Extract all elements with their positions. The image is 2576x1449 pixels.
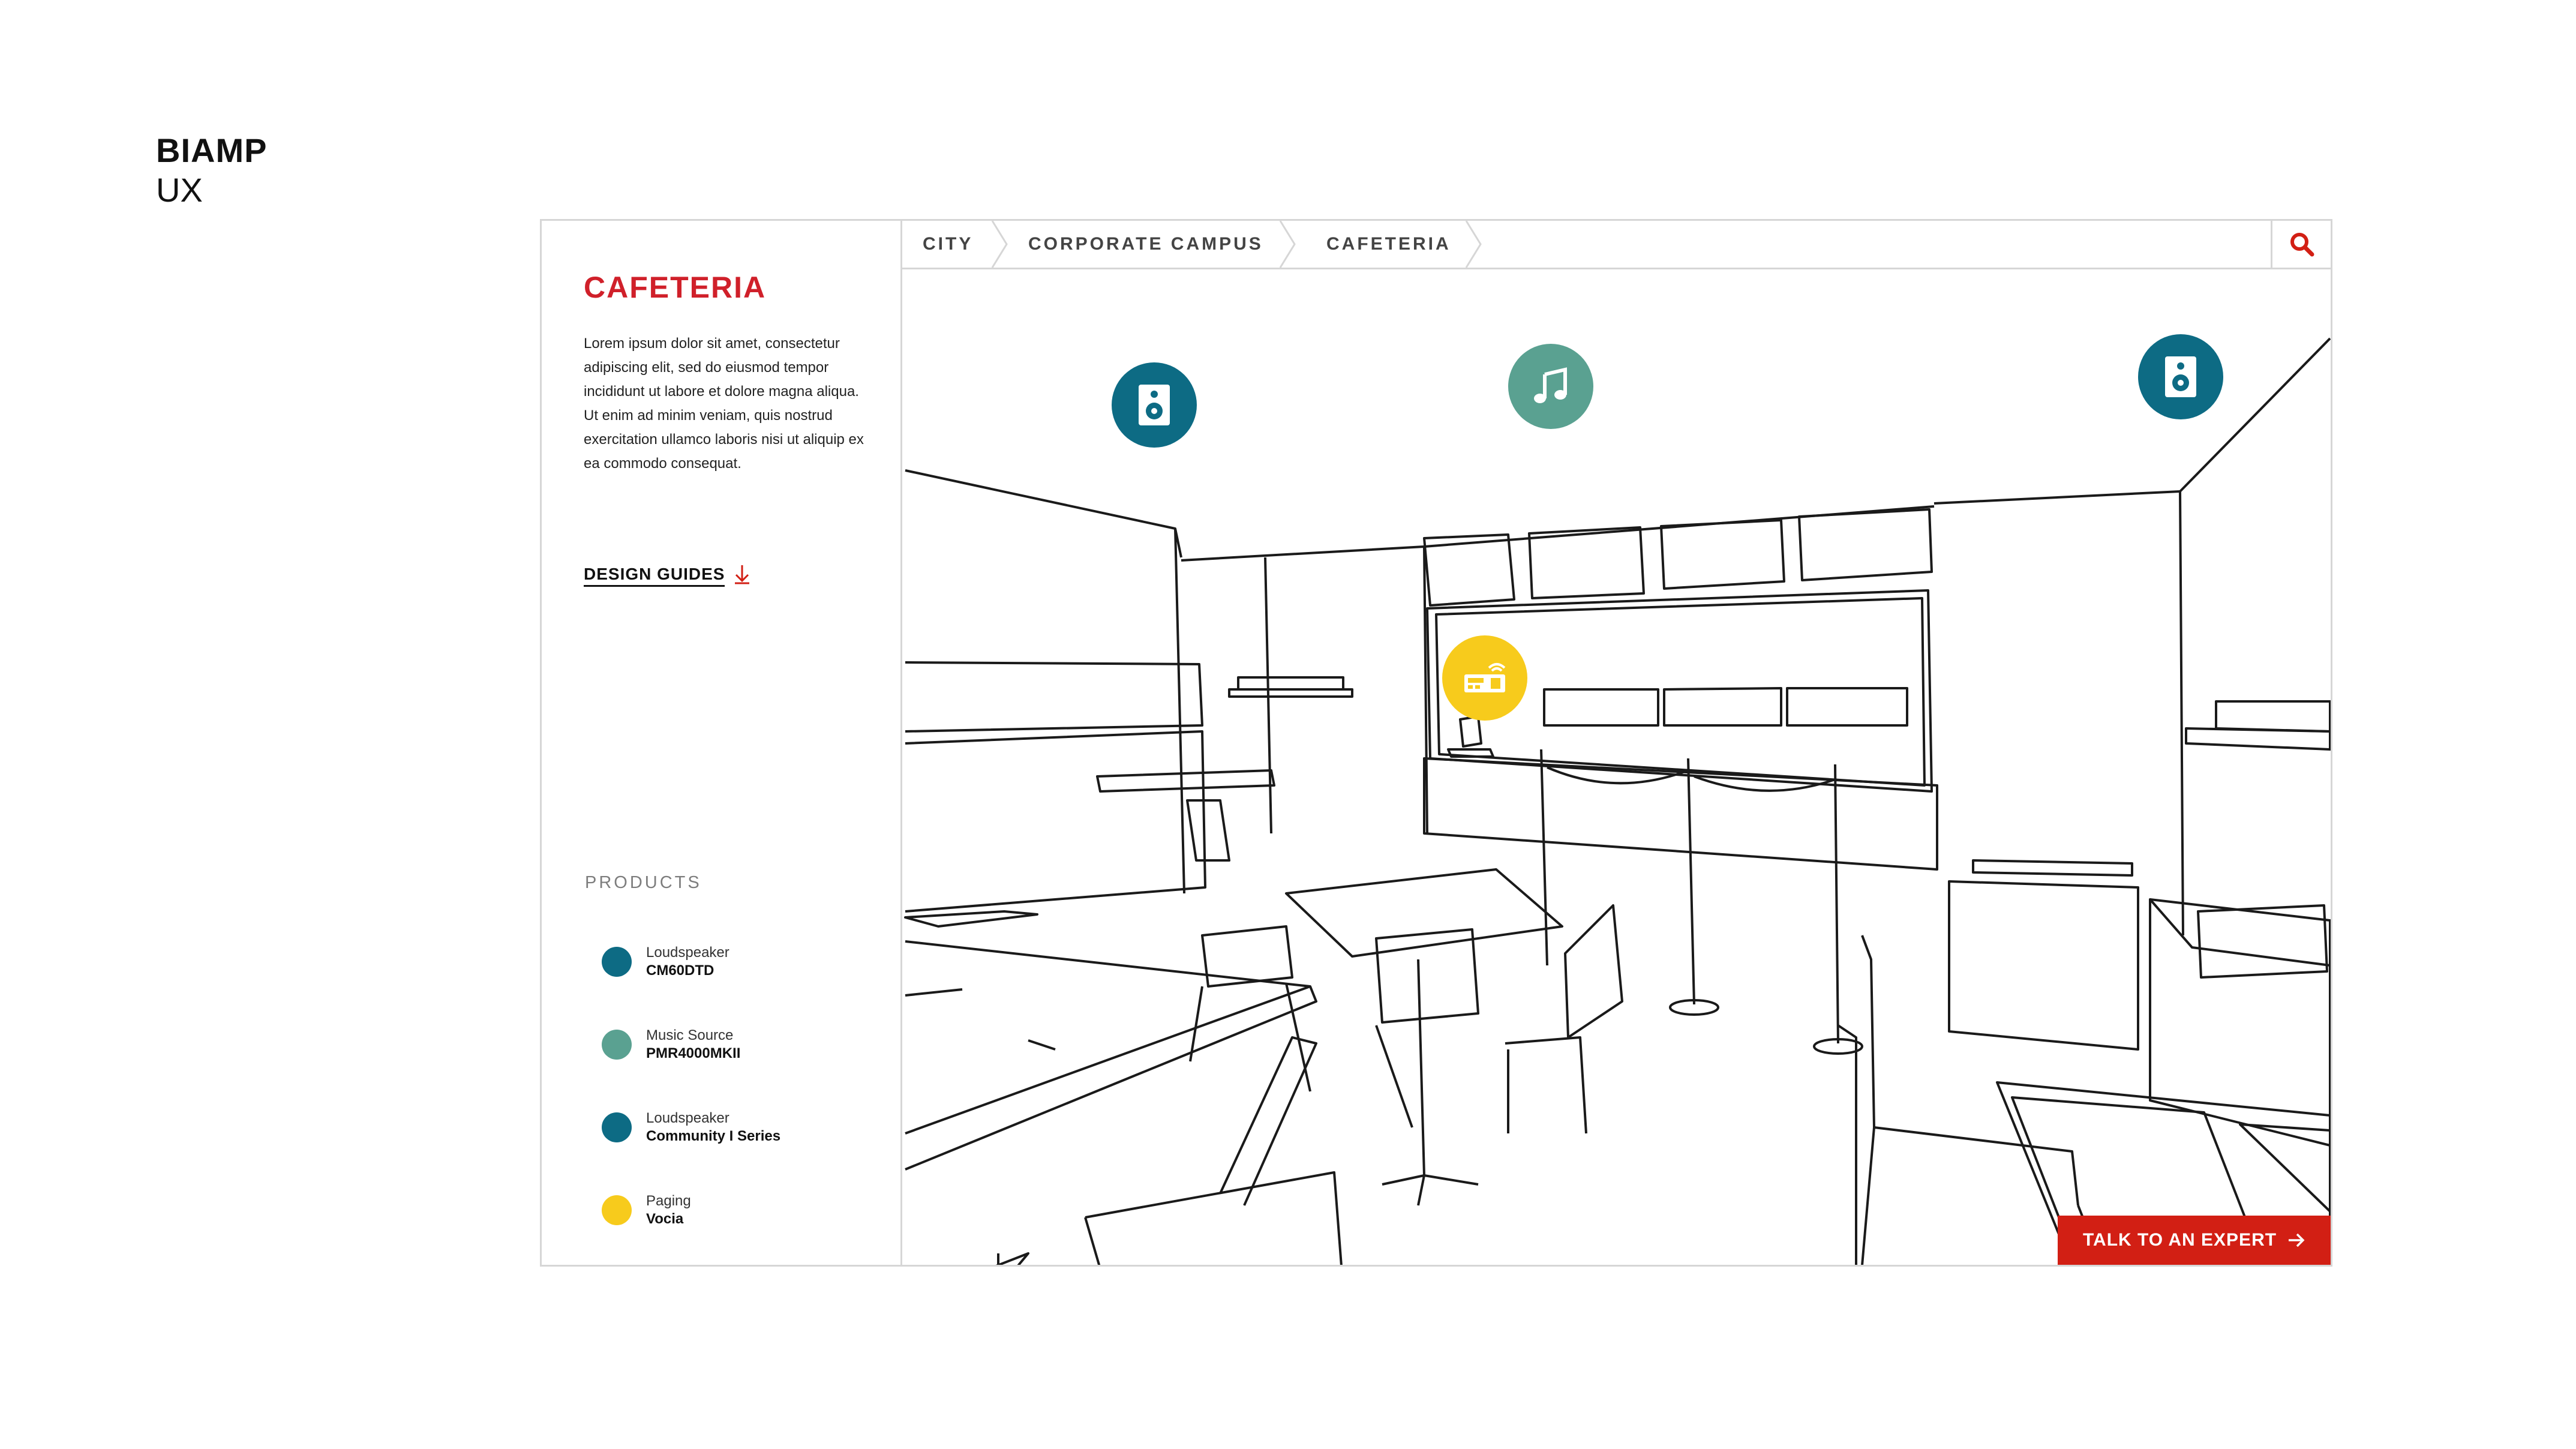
hotspot-music-source-pmr4000mkii[interactable] xyxy=(1508,344,1593,429)
breadcrumb-chevron-icon xyxy=(1279,221,1296,268)
product-color-dot xyxy=(602,1195,632,1225)
breadcrumb: CITY CORPORATE CAMPUS CAFETERIA xyxy=(902,221,2331,269)
product-type: Paging xyxy=(646,1193,691,1209)
download-arrow-icon xyxy=(733,564,751,587)
brand-block: BIAMP UX xyxy=(156,131,267,210)
design-guides-link[interactable]: DESIGN GUIDES xyxy=(584,564,751,587)
design-guides-label: DESIGN GUIDES xyxy=(584,565,725,587)
brand-subtitle: UX xyxy=(156,171,203,209)
search-icon xyxy=(2290,233,2314,257)
room-illustration: TALK TO AN EXPERT xyxy=(902,269,2331,1265)
breadcrumb-item-city[interactable]: CITY xyxy=(923,221,973,268)
product-color-dot xyxy=(602,1030,632,1060)
hotspot-loudspeaker-cm60dtd[interactable] xyxy=(1112,362,1197,448)
breadcrumb-item-cafeteria[interactable]: CAFETERIA xyxy=(1326,221,1451,268)
product-type: Loudspeaker xyxy=(646,944,729,961)
product-type: Music Source xyxy=(646,1027,734,1043)
hotspot-paging-vocia[interactable] xyxy=(1442,635,1527,721)
product-model: PMR4000MKII xyxy=(646,1045,741,1061)
product-color-dot xyxy=(602,1112,632,1142)
product-item-loudspeaker-community-i-series[interactable]: Loudspeaker Community I Series xyxy=(602,1109,780,1145)
product-model: CM60DTD xyxy=(646,962,714,979)
talk-to-expert-button[interactable]: TALK TO AN EXPERT xyxy=(2058,1216,2331,1265)
paging-station-icon xyxy=(1464,663,1506,692)
hotspot-loudspeaker-community-i-series[interactable] xyxy=(2138,334,2223,419)
speaker-icon xyxy=(2165,356,2196,397)
product-item-paging-vocia[interactable]: Paging Vocia xyxy=(602,1192,691,1228)
breadcrumb-chevron-icon xyxy=(1465,221,1482,268)
talk-to-expert-label: TALK TO AN EXPERT xyxy=(2082,1230,2277,1250)
breadcrumb-chevron-icon xyxy=(991,221,1008,268)
products-heading: PRODUCTS xyxy=(585,873,702,892)
page-title: CAFETERIA xyxy=(584,271,767,304)
product-item-music-source-pmr4000mkii[interactable]: Music Source PMR4000MKII xyxy=(602,1027,740,1063)
product-color-dot xyxy=(602,947,632,977)
breadcrumb-item-corporate-campus[interactable]: CORPORATE CAMPUS xyxy=(1028,221,1263,268)
app-frame: CAFETERIA Lorem ipsum dolor sit amet, co… xyxy=(540,219,2332,1267)
page-description: Lorem ipsum dolor sit amet, consectetur … xyxy=(584,335,864,472)
arrow-right-icon xyxy=(2289,1233,2305,1247)
music-note-icon xyxy=(1534,367,1567,403)
brand-name: BIAMP xyxy=(156,131,268,169)
sidebar: CAFETERIA Lorem ipsum dolor sit amet, co… xyxy=(542,221,902,1265)
product-model: Vocia xyxy=(646,1211,684,1227)
product-type: Loudspeaker xyxy=(646,1110,729,1126)
product-model: Community I Series xyxy=(646,1128,781,1144)
product-item-loudspeaker-cm60dtd[interactable]: Loudspeaker CM60DTD xyxy=(602,944,729,980)
search-button[interactable] xyxy=(2271,221,2331,268)
speaker-icon xyxy=(1139,385,1170,425)
